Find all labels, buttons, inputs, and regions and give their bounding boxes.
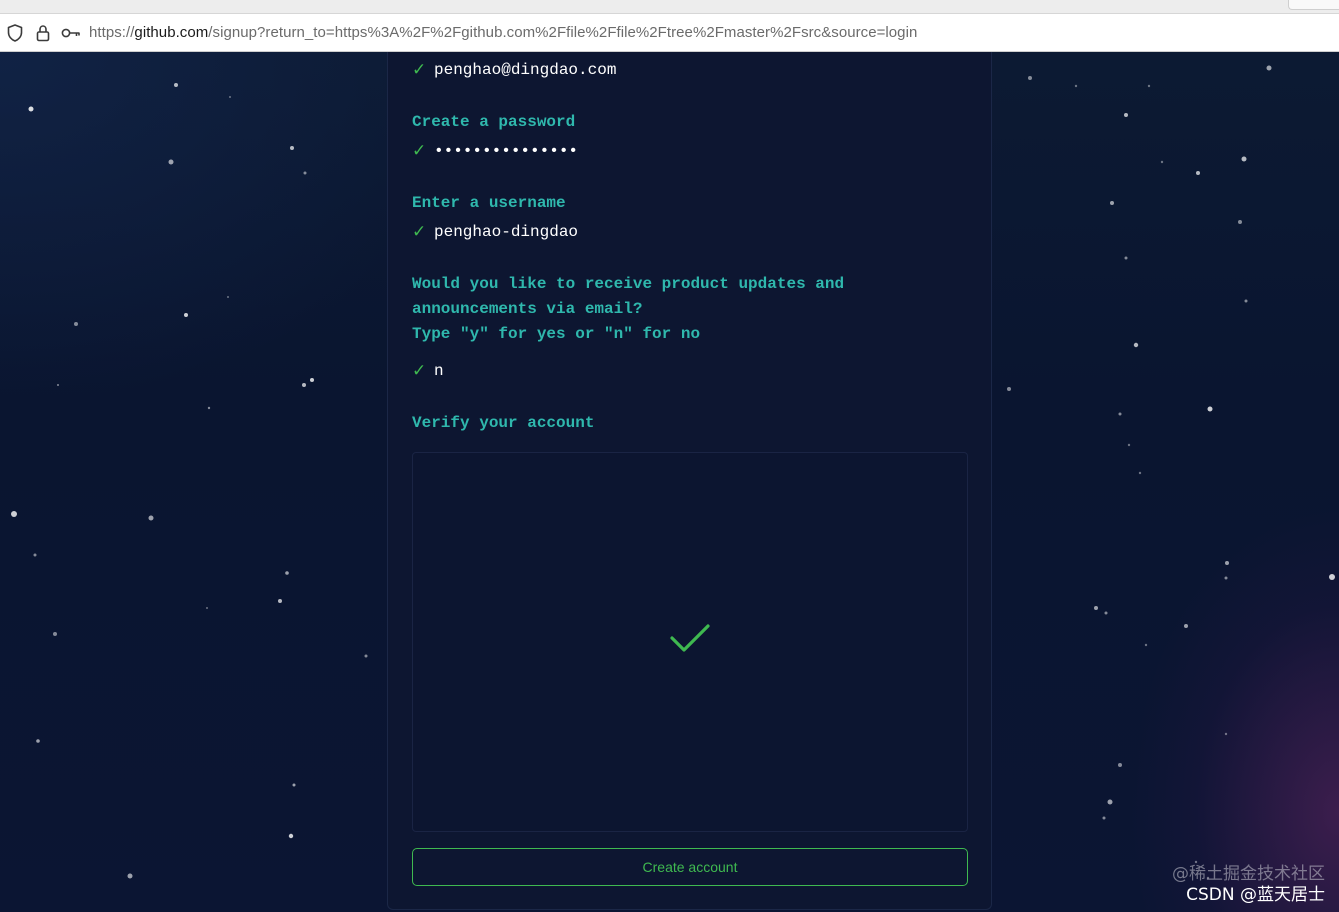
verification-panel[interactable] — [412, 452, 968, 832]
watermark-csdn: CSDN @蓝天居士 — [1186, 885, 1325, 905]
key-icon[interactable] — [61, 23, 81, 43]
username-answer: ✓ penghao-dingdao — [412, 221, 578, 243]
username-check-icon: ✓ — [412, 222, 427, 242]
email-check-icon: ✓ — [412, 60, 427, 80]
watermark-juejin: @稀土掘金技术社区 — [1172, 864, 1325, 884]
username-prompt: Enter a username — [412, 194, 566, 212]
password-check-icon: ✓ — [412, 141, 427, 161]
signup-card: ✓ penghao@dingdao.com Create a password ✓… — [387, 52, 992, 910]
url-prefix: https:// — [89, 24, 135, 41]
verified-check-icon — [670, 624, 710, 652]
browser-tab-strip — [0, 0, 1339, 14]
address-bar[interactable]: https://github.com/signup?return_to=http… — [0, 14, 1339, 52]
verify-prompt: Verify your account — [412, 414, 595, 432]
email-answer: ✓ penghao@dingdao.com — [412, 59, 616, 81]
password-value[interactable]: ••••••••••••••• — [434, 140, 578, 162]
create-account-button[interactable]: Create account — [412, 848, 968, 886]
url-host: github.com — [134, 24, 209, 41]
shield-icon[interactable] — [6, 23, 24, 43]
password-prompt: Create a password — [412, 113, 576, 131]
updates-prompt-line-2: announcements via email? — [412, 300, 643, 318]
url-path: /signup?return_to=https%3A%2F%2Fgithub.c… — [208, 24, 918, 41]
browser-tab-edge[interactable] — [1288, 0, 1339, 10]
watermark: @稀土掘金技术社区 CSDN @蓝天居士 — [1172, 864, 1325, 906]
password-answer: ✓ ••••••••••••••• — [412, 140, 578, 162]
username-value[interactable]: penghao-dingdao — [434, 221, 578, 243]
url-text[interactable]: https://github.com/signup?return_to=http… — [89, 24, 917, 41]
updates-answer: ✓ n — [412, 360, 444, 382]
updates-value[interactable]: n — [434, 360, 444, 382]
email-value: penghao@dingdao.com — [434, 61, 617, 79]
updates-check-icon: ✓ — [412, 361, 427, 381]
lock-icon[interactable] — [35, 23, 51, 43]
updates-prompt-line-3: Type "y" for yes or "n" for no — [412, 325, 701, 343]
updates-prompt-line-1: Would you like to receive product update… — [412, 275, 845, 293]
